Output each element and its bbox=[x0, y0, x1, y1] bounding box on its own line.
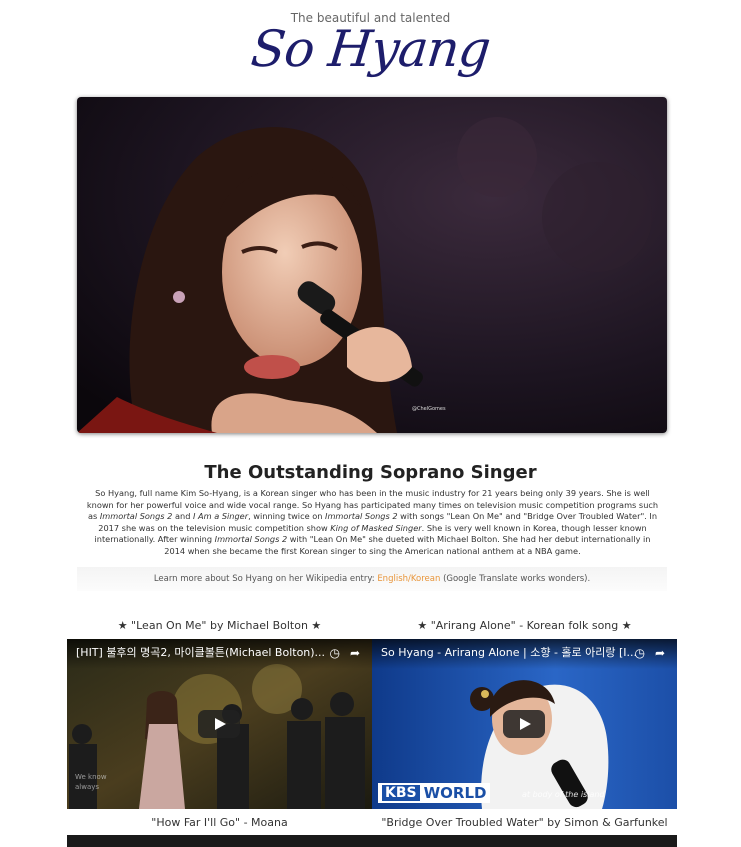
bio-show-name: Immortal Songs 2 bbox=[99, 511, 173, 521]
clock-icon[interactable]: ◷ bbox=[634, 646, 644, 660]
video-player-next-1[interactable] bbox=[67, 835, 372, 847]
site-logo[interactable]: So Hyang bbox=[0, 20, 741, 78]
share-icon[interactable]: ➦ bbox=[655, 646, 665, 660]
play-icon[interactable] bbox=[503, 710, 545, 738]
hero-credit: @ChelGomes bbox=[412, 406, 446, 412]
video-player-next-2[interactable] bbox=[372, 835, 677, 847]
video-title[interactable]: [HIT] 불후의 명곡2, 마이클볼튼(Michael Bolton)... bbox=[67, 639, 372, 669]
kbs-world-logo: KBS WORLD bbox=[378, 783, 491, 803]
world-logo-text: WORLD bbox=[423, 784, 487, 802]
video-heading-arirang: ★ "Arirang Alone" - Korean folk song ★ bbox=[417, 619, 632, 632]
wikipedia-link-english[interactable]: English bbox=[377, 574, 408, 584]
bio-show-name: Immortal Songs 2 bbox=[325, 511, 398, 521]
video-player-arirang[interactable]: So Hyang - Arirang Alone | 소향 - 홀로 아리랑 [… bbox=[372, 639, 677, 809]
kbs-logo-text: KBS bbox=[382, 785, 420, 801]
wikipedia-note-suffix: (Google Translate works wonders). bbox=[440, 574, 591, 584]
video-caption-bridge: "Bridge Over Troubled Water" by Simon & … bbox=[381, 816, 668, 829]
svg-text:We know: We know bbox=[75, 773, 107, 781]
video-title[interactable]: So Hyang - Arirang Alone | 소향 - 홀로 아리랑 [… bbox=[372, 639, 677, 669]
article-title: The Outstanding Soprano Singer bbox=[204, 462, 537, 483]
wikipedia-note-text: Learn more about So Hyang on her Wikiped… bbox=[153, 574, 378, 584]
bio-text: and bbox=[172, 511, 193, 521]
share-icon[interactable]: ➦ bbox=[350, 646, 360, 660]
bio-show-name: Immortal Songs 2 bbox=[214, 534, 288, 544]
wikipedia-note: Learn more about So Hyang on her Wikiped… bbox=[77, 567, 667, 591]
play-icon[interactable] bbox=[198, 710, 240, 738]
bio-show-name: I Am a Singer bbox=[193, 511, 249, 521]
video-player-lean-on-me[interactable]: We know always [HIT] 불후의 명곡2, 마이클볼튼(Mich… bbox=[67, 639, 372, 809]
article-bio: So Hyang, full name Kim So-Hyang, is a K… bbox=[85, 488, 660, 557]
clock-icon[interactable]: ◷ bbox=[329, 646, 339, 660]
bio-show-name: King of Masked Singer bbox=[330, 522, 422, 533]
video-subtitle: at body of the island bbox=[522, 790, 605, 799]
bio-text: , winning twice on bbox=[248, 511, 326, 521]
video-caption-how-far: "How Far I'll Go" - Moana bbox=[151, 816, 288, 829]
svg-text:always: always bbox=[75, 783, 99, 791]
wikipedia-link-korean[interactable]: Korean bbox=[411, 574, 440, 584]
video-heading-lean-on-me: ★ "Lean On Me" by Michael Bolton ★ bbox=[117, 619, 322, 632]
hero-image: @ChelGomes bbox=[77, 97, 667, 433]
